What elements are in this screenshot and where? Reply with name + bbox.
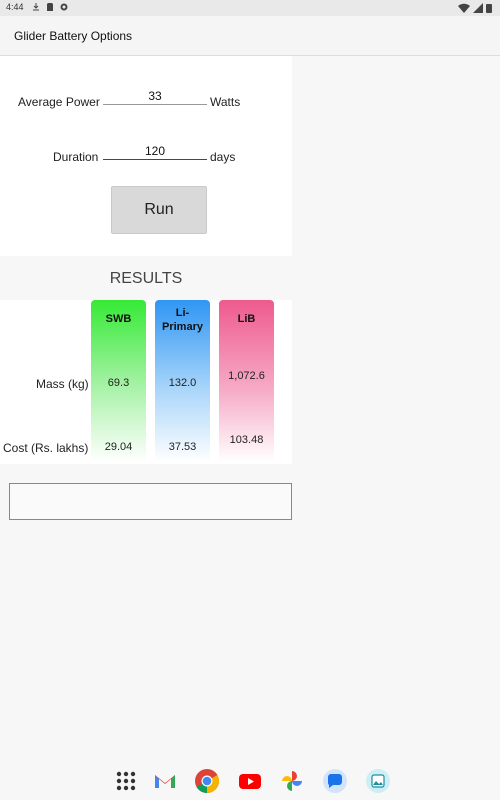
mass-value: 1,072.6 [228, 370, 265, 382]
taskbar-dock [0, 762, 500, 800]
mass-value: 132.0 [168, 377, 197, 389]
swb-column: SWB 69.3 29.04 [91, 300, 146, 462]
li-primary-column: Li-Primary 132.0 37.53 [155, 300, 210, 462]
app-title: Glider Battery Options [14, 29, 133, 43]
lib-column: LiB 1,072.6 103.48 [219, 300, 274, 462]
wifi-icon [458, 3, 470, 13]
column-header: LiB [237, 313, 256, 325]
power-unit-label: Watts [210, 95, 241, 109]
gmail-icon[interactable] [152, 768, 178, 794]
status-time: 4:44 [6, 2, 24, 12]
run-button[interactable]: Run [111, 186, 207, 234]
duration-unit-label: days [210, 150, 236, 164]
column-header: SWB [105, 313, 132, 325]
battery-icon [486, 4, 492, 13]
signal-icon [473, 3, 483, 13]
average-power-input[interactable] [103, 87, 207, 105]
sd-card-icon [47, 3, 53, 11]
gallery-icon[interactable] [365, 768, 391, 794]
average-power-label: Average Power [18, 95, 100, 109]
sync-icon [60, 3, 68, 11]
photos-icon[interactable] [279, 768, 305, 794]
output-field[interactable] [9, 483, 292, 520]
results-title: RESULTS [109, 270, 183, 287]
download-icon [33, 3, 39, 11]
messages-icon[interactable] [322, 768, 348, 794]
duration-label: Duration [53, 150, 99, 164]
status-right-icons [458, 3, 492, 13]
column-header: Li-Primary [162, 307, 203, 333]
cost-value: 103.48 [229, 434, 264, 446]
mass-row-label: Mass (kg) [36, 377, 89, 391]
cost-row-label: Cost (Rs. lakhs) [3, 441, 89, 455]
results-table: Mass (kg) Cost (Rs. lakhs) SWB 69.3 29.0… [0, 300, 292, 464]
status-bar: 4:44 [0, 0, 500, 16]
app-drawer-icon[interactable] [113, 768, 139, 794]
youtube-icon[interactable] [237, 768, 263, 794]
mass-value: 69.3 [107, 377, 130, 389]
chrome-icon[interactable] [194, 768, 220, 794]
duration-input[interactable] [103, 142, 207, 160]
app-bar: Glider Battery Options [0, 16, 500, 56]
cost-value: 29.04 [104, 441, 133, 453]
cost-value: 37.53 [168, 441, 197, 453]
